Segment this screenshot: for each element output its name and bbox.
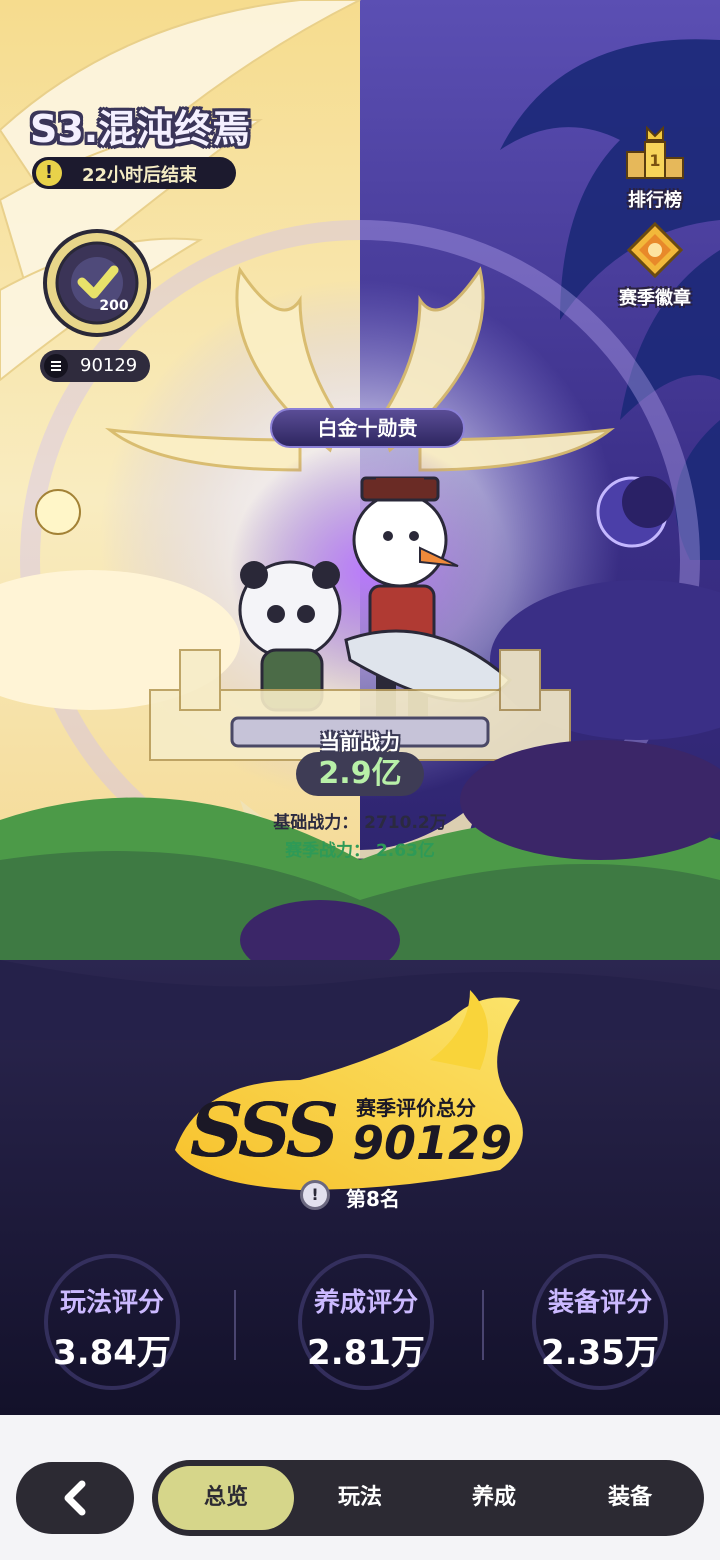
- season-badge-label: 赛季徽章: [619, 288, 691, 309]
- equipment-score: 装备评分 2.35万: [500, 1282, 700, 1374]
- back-button[interactable]: [16, 1462, 134, 1534]
- season-points-pill: 90129: [40, 350, 150, 382]
- tab-growth[interactable]: 养成: [426, 1466, 562, 1530]
- season-timer-pill: ! 22小时后结束: [32, 157, 236, 189]
- score-title: 养成评分: [313, 1288, 418, 1318]
- season-medal-icon: [626, 221, 684, 279]
- alert-icon: !: [36, 160, 62, 186]
- level-badge-value: 200: [99, 298, 129, 314]
- season-points-value: 90129: [80, 355, 138, 376]
- section-tabs: 总览 玩法 养成 装备: [152, 1460, 704, 1536]
- season-timer-text: 22小时后结束: [82, 165, 198, 186]
- score-value: 2.81万: [307, 1333, 425, 1373]
- season-badge-button[interactable]: 赛季徽章: [610, 221, 700, 310]
- svg-text:1: 1: [649, 151, 660, 170]
- current-power-label: 当前战力: [320, 730, 400, 754]
- season-title: S3.混沌终焉: [30, 107, 251, 151]
- chevron-left-icon: [64, 1480, 86, 1516]
- growth-score: 养成评分 2.81万: [266, 1282, 466, 1374]
- season-score-value: 90129: [352, 1116, 513, 1170]
- season-overview-screen: S3.混沌终焉 ! 22小时后结束 200 90129 1 排行榜 赛季徽章 白…: [0, 0, 720, 1560]
- season-rank-text: 第8名: [346, 1187, 400, 1211]
- season-level-badge[interactable]: [42, 228, 152, 338]
- tab-gameplay[interactable]: 玩法: [294, 1466, 426, 1530]
- gameplay-score: 玩法评分 3.84万: [12, 1282, 212, 1374]
- list-icon: [44, 354, 68, 378]
- tab-equipment[interactable]: 装备: [562, 1466, 698, 1530]
- score-title: 玩法评分: [59, 1288, 164, 1318]
- leaderboard-label: 排行榜: [628, 190, 682, 211]
- score-value: 2.35万: [541, 1333, 659, 1373]
- season-power-text: 赛季战力： 2.63亿: [285, 841, 435, 861]
- divider: [482, 1290, 484, 1360]
- rank-tier-banner: 白金十勋贵: [270, 408, 465, 448]
- score-value: 3.84万: [53, 1333, 171, 1373]
- podium-trophy-icon: 1: [626, 125, 684, 179]
- current-power-value: 2.9亿: [296, 752, 424, 796]
- base-power-text: 基础战力： 2710.2万: [273, 813, 447, 833]
- leaderboard-button[interactable]: 1 排行榜: [610, 124, 700, 212]
- info-icon[interactable]: !: [300, 1180, 330, 1210]
- divider: [234, 1290, 236, 1360]
- season-grade: SSS: [190, 1088, 339, 1174]
- tab-overview[interactable]: 总览: [158, 1466, 294, 1530]
- score-title: 装备评分: [547, 1288, 652, 1318]
